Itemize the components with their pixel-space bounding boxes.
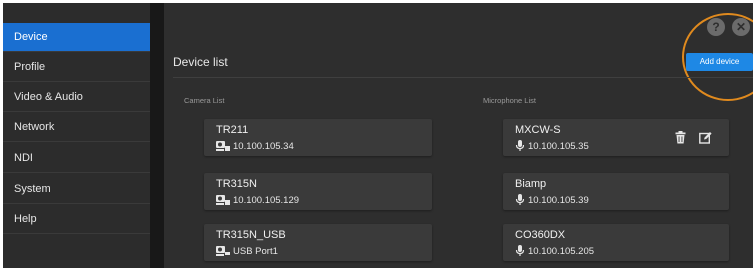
page-title: Device list bbox=[173, 55, 228, 69]
sidebar-item-video-audio[interactable]: Video & Audio bbox=[3, 83, 150, 112]
sidebar-item-label: NDI bbox=[14, 152, 33, 164]
sidebar-item-help[interactable]: Help bbox=[3, 205, 150, 234]
microphone-address-row: 10.100.105.205 bbox=[515, 245, 594, 257]
network-camera-icon bbox=[216, 195, 230, 205]
camera-address: 10.100.105.34 bbox=[233, 141, 294, 152]
camera-card[interactable]: TR315N_USB USB Port1 bbox=[204, 224, 432, 261]
network-camera-icon bbox=[216, 141, 230, 151]
microphone-address-row: 10.100.105.35 bbox=[515, 140, 589, 152]
sidebar-item-device[interactable]: Device bbox=[3, 23, 150, 52]
sidebar-item-label: Video & Audio bbox=[14, 91, 83, 103]
app-window: Device Profile Video & Audio Network NDI… bbox=[3, 3, 753, 268]
usb-camera-icon bbox=[216, 246, 230, 256]
camera-name: TR211 bbox=[216, 124, 249, 136]
microphone-icon bbox=[515, 140, 525, 151]
sidebar-item-label: Device bbox=[14, 31, 48, 43]
camera-card[interactable]: TR211 10.100.105.34 bbox=[204, 119, 432, 156]
edit-icon[interactable] bbox=[699, 131, 712, 144]
microphone-address: 10.100.105.35 bbox=[528, 141, 589, 152]
trash-icon[interactable] bbox=[674, 131, 687, 144]
microphone-address-row: 10.100.105.39 bbox=[515, 194, 589, 206]
camera-name: TR315N_USB bbox=[216, 229, 286, 241]
microphone-name: CO360DX bbox=[515, 229, 566, 241]
main-panel: ? ✕ Device list Add device Camera List M… bbox=[164, 3, 753, 268]
sidebar-item-profile[interactable]: Profile bbox=[3, 53, 150, 82]
sidebar-item-label: Network bbox=[14, 121, 55, 133]
sidebar-item-network[interactable]: Network bbox=[3, 113, 150, 142]
sidebar-item-label: Profile bbox=[14, 61, 46, 73]
sidebar-item-ndi[interactable]: NDI bbox=[3, 144, 150, 173]
microphone-card[interactable]: Biamp 10.100.105.39 bbox=[503, 173, 729, 210]
highlight-ring bbox=[682, 13, 753, 101]
microphone-icon bbox=[515, 194, 525, 205]
sidebar: Device Profile Video & Audio Network NDI… bbox=[3, 3, 150, 268]
camera-address: USB Port1 bbox=[233, 246, 278, 257]
camera-card[interactable]: TR315N 10.100.105.129 bbox=[204, 173, 432, 210]
microphone-card[interactable]: MXCW-S 10.100.105.35 bbox=[503, 119, 729, 156]
microphone-address: 10.100.105.205 bbox=[528, 246, 595, 257]
microphone-address: 10.100.105.39 bbox=[528, 195, 589, 206]
camera-address-row: 10.100.105.34 bbox=[216, 140, 294, 152]
sidebar-item-label: Help bbox=[14, 213, 37, 225]
microphone-name: MXCW-S bbox=[515, 124, 561, 136]
camera-address: 10.100.105.129 bbox=[233, 195, 300, 206]
camera-address-row: USB Port1 bbox=[216, 245, 278, 257]
camera-list-label: Camera List bbox=[184, 96, 225, 105]
microphone-list-label: Microphone List bbox=[483, 96, 536, 105]
microphone-card[interactable]: CO360DX 10.100.105.205 bbox=[503, 224, 729, 261]
sidebar-item-system[interactable]: System bbox=[3, 175, 150, 204]
microphone-name: Biamp bbox=[515, 178, 547, 190]
header-divider bbox=[173, 77, 753, 78]
sidebar-divider bbox=[150, 3, 164, 268]
camera-address-row: 10.100.105.129 bbox=[216, 194, 299, 206]
camera-name: TR315N bbox=[216, 178, 257, 190]
microphone-icon bbox=[515, 245, 525, 256]
sidebar-item-label: System bbox=[14, 183, 51, 195]
